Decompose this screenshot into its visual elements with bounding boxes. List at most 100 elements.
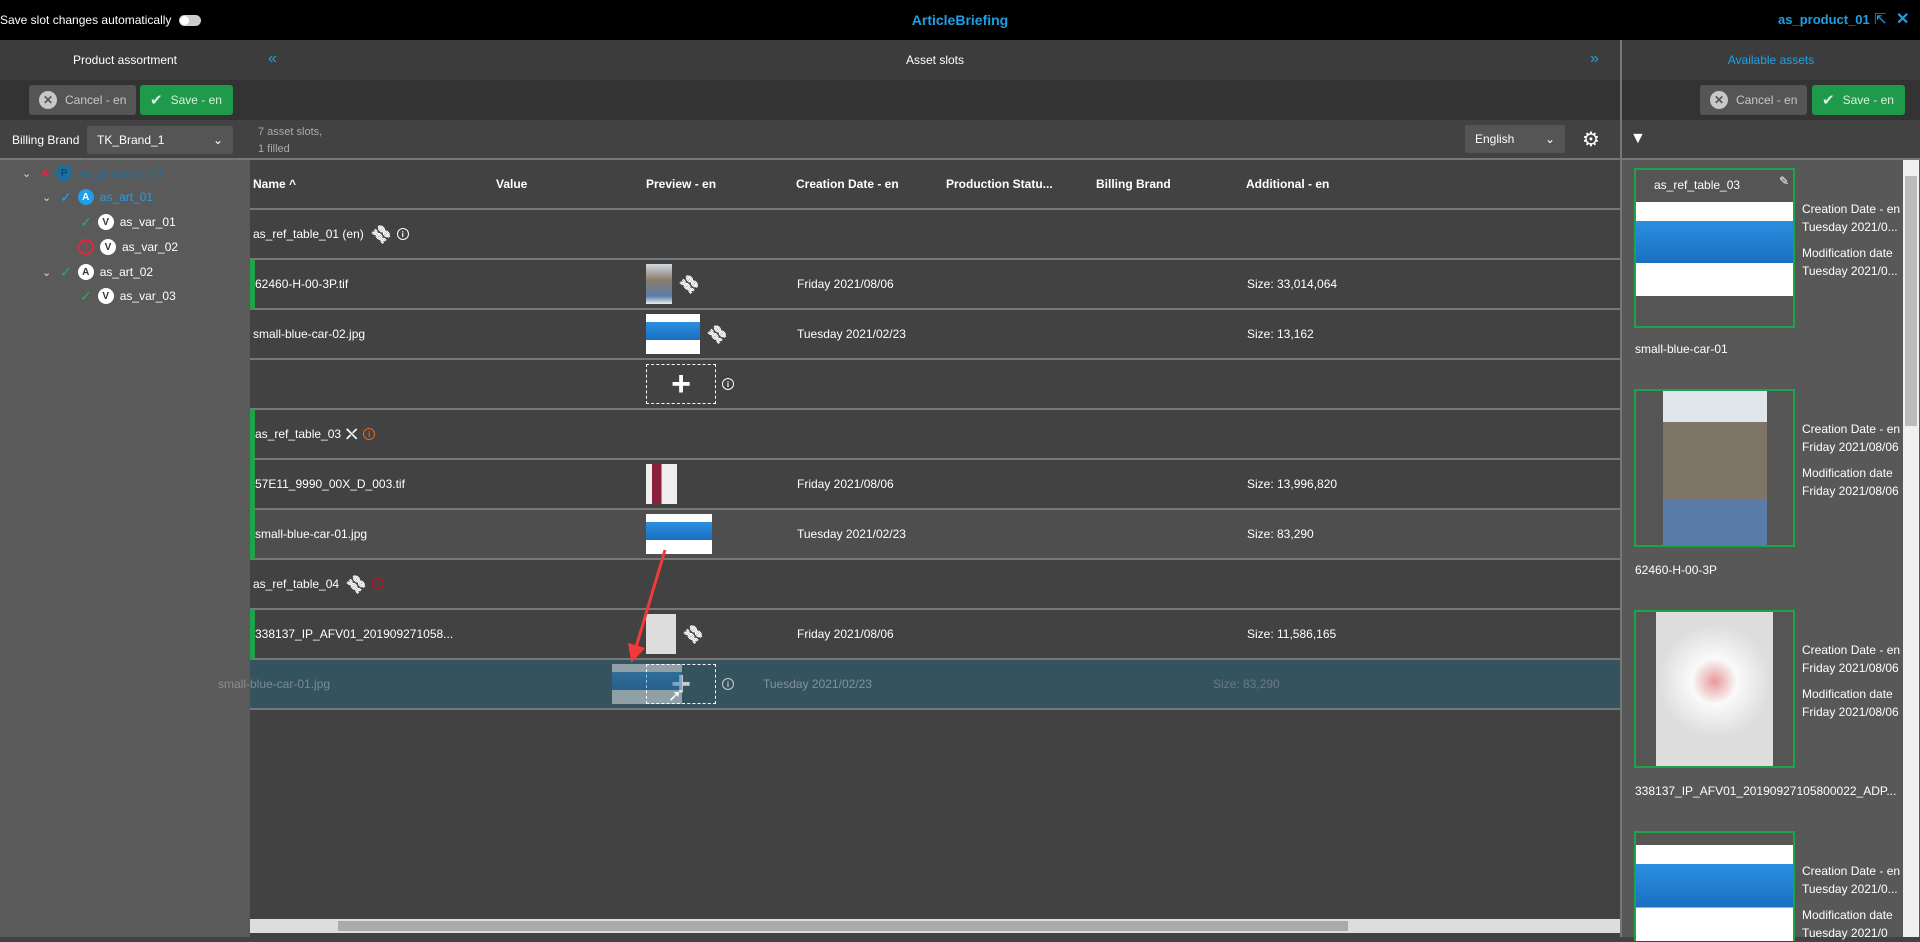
table-row[interactable]: small-blue-car-02.jpg⛓Tuesday 2021/02/23… <box>250 310 1620 360</box>
column-creation-date[interactable]: Creation Date - en <box>796 177 899 191</box>
panel-title: Asset slots <box>250 53 1620 67</box>
gear-icon[interactable]: ⚙ <box>1582 127 1600 152</box>
modification-label: Modification date <box>1802 685 1902 703</box>
tree-item-variant[interactable]: ✓Vas_var_01 <box>80 211 176 233</box>
tree-item-article[interactable]: ⌄✓Aas_art_01 <box>42 186 153 208</box>
tree-item-product[interactable]: ⌄✕Pas_product_01 <box>22 162 164 184</box>
close-icon[interactable]: ✕ <box>1896 9 1909 29</box>
cancel-label: Cancel - en <box>1736 93 1797 107</box>
asset-card[interactable] <box>1634 610 1795 768</box>
tree-item-variant[interactable]: ✓Vas_var_03 <box>80 285 176 307</box>
column-billing-brand[interactable]: Billing Brand <box>1096 177 1171 191</box>
asset-card[interactable] <box>1634 389 1795 547</box>
asset-name: 62460-H-00-3P.tif <box>255 277 348 291</box>
tree-label: as_var_01 <box>120 215 176 229</box>
slot-group-row[interactable]: as_ref_table_01 (en) ⛓i <box>250 210 1620 260</box>
unlink-icon[interactable]: ⛌ <box>346 426 357 443</box>
table-row[interactable]: 62460-H-00-3P.tif⛓Friday 2021/08/06Size:… <box>250 260 1620 310</box>
tree-label: as_var_02 <box>122 240 178 254</box>
preview-thumbnail[interactable] <box>646 514 712 554</box>
autosave-toggle[interactable]: Save slot changes automatically <box>0 13 201 27</box>
slot-count: 7 asset slots, <box>258 124 322 141</box>
asset-name: small-blue-car-01.jpg <box>255 527 367 541</box>
product-link[interactable]: as_product_01 <box>1778 12 1870 27</box>
pencil-icon[interactable]: ✎ <box>1779 174 1789 188</box>
filter-icon[interactable]: ▼ <box>1630 130 1646 148</box>
language-select[interactable]: English⌄ <box>1465 125 1565 153</box>
creation-label: Creation Date - en <box>1802 200 1902 218</box>
table-row[interactable]: 57E11_9990_00X_D_003.tifFriday 2021/08/0… <box>250 460 1620 510</box>
table-row[interactable]: 338137_IP_AFV01_201909271058...⛓Friday 2… <box>250 610 1620 660</box>
link-icon[interactable]: ⛓ <box>344 571 370 597</box>
link-icon[interactable]: ⛓ <box>676 271 702 297</box>
warning-info-icon[interactable]: i <box>363 428 375 440</box>
check-icon: ✓ <box>60 189 72 206</box>
chevron-down-icon[interactable]: ⌄ <box>42 191 54 204</box>
creation-date: Tuesday 2021/02/23 <box>797 510 906 558</box>
cursor-copy-icon: ➚ <box>668 686 681 706</box>
preview-thumbnail[interactable] <box>646 464 677 504</box>
collapse-left-icon[interactable]: « <box>268 50 277 68</box>
chevron-down-icon[interactable]: ⌄ <box>22 167 34 180</box>
asset-meta: Creation Date - enTuesday 2021/0...Modif… <box>1802 200 1902 280</box>
info-icon[interactable]: i <box>722 678 734 690</box>
creation-date: Tuesday 2021/02/23 <box>797 310 906 358</box>
error-info-icon[interactable]: i <box>372 578 384 590</box>
tree-item-article[interactable]: ⌄✓Aas_art_02 <box>42 261 153 283</box>
asset-card[interactable] <box>1634 831 1795 941</box>
save-button[interactable]: ✔Save - en <box>1812 85 1905 115</box>
column-value[interactable]: Value <box>496 177 527 191</box>
scrollbar-thumb[interactable] <box>338 921 1348 931</box>
asset-name: 62460-H-00-3P <box>1635 563 1900 577</box>
add-asset-button[interactable]: + <box>646 364 716 404</box>
slot-group-row[interactable]: as_ref_table_03⛌i <box>250 410 1620 460</box>
slot-name: as_ref_table_01 (en) <box>253 227 364 241</box>
horizontal-scrollbar[interactable] <box>250 919 1620 933</box>
cancel-label: Cancel - en <box>65 93 126 107</box>
drop-target-row[interactable]: +i <box>250 660 1620 710</box>
asset-card[interactable]: as_ref_table_03✎ <box>1634 168 1795 328</box>
billing-brand-value: TK_Brand_1 <box>97 133 164 147</box>
table-row[interactable]: small-blue-car-01.jpg Tuesday 2021/02/23 S… <box>250 510 1620 560</box>
product-assortment-panel: Product assortment ✕Cancel - en ✔Save - … <box>0 40 250 937</box>
app-title: ArticleBriefing <box>0 12 1920 28</box>
creation-date: Friday 2021/08/06 <box>797 460 894 508</box>
modification-value: Friday 2021/08/06 <box>1802 482 1902 500</box>
column-name[interactable]: Name ^ <box>253 177 296 191</box>
asset-slots-header: « Asset slots » <box>250 40 1620 80</box>
left-button-bar: ✕Cancel - en ✔Save - en <box>0 80 250 120</box>
slot-group-row[interactable]: as_ref_table_04⛓i <box>250 560 1620 610</box>
scrollbar-thumb[interactable] <box>1905 176 1917 426</box>
vertical-scrollbar[interactable] <box>1903 160 1919 937</box>
billing-brand-select[interactable]: TK_Brand_1⌄ <box>87 126 233 154</box>
link-icon[interactable]: ⛓ <box>704 321 730 347</box>
column-preview[interactable]: Preview - en <box>646 177 716 191</box>
creation-label: Creation Date - en <box>1802 641 1902 659</box>
column-additional[interactable]: Additional - en <box>1246 177 1329 191</box>
chevron-down-icon[interactable]: ⌄ <box>42 266 54 279</box>
tree-item-variant[interactable]: !Vas_var_02 <box>78 236 178 258</box>
cancel-button[interactable]: ✕Cancel - en <box>1700 85 1807 115</box>
center-toolbar <box>250 80 1620 120</box>
cancel-button[interactable]: ✕Cancel - en <box>29 85 136 115</box>
file-size: Size: 83,290 <box>1247 510 1314 558</box>
collapse-right-icon[interactable]: » <box>1590 50 1599 68</box>
creation-label: Creation Date - en <box>1802 420 1902 438</box>
info-icon[interactable]: i <box>722 378 734 390</box>
link-icon[interactable]: ⛓ <box>368 221 394 247</box>
tree-label: as_art_01 <box>100 190 153 204</box>
preview-thumbnail[interactable] <box>646 614 676 654</box>
column-production-status[interactable]: Production Statu... <box>946 177 1053 191</box>
link-icon[interactable]: ⛓ <box>680 621 706 647</box>
variant-badge-icon: V <box>98 288 114 304</box>
save-button[interactable]: ✔Save - en <box>140 85 233 115</box>
open-external-icon[interactable]: ⇱ <box>1874 10 1887 28</box>
preview-thumbnail[interactable] <box>646 314 700 354</box>
empty-slot-row[interactable]: +i <box>250 360 1620 410</box>
file-size: Size: 33,014,064 <box>1247 260 1337 308</box>
preview-thumbnail[interactable] <box>646 264 672 304</box>
asset-meta: Creation Date - enTuesday 2021/0...Modif… <box>1802 862 1902 942</box>
info-icon[interactable]: i <box>397 228 409 240</box>
toggle-switch[interactable] <box>179 15 201 26</box>
variant-badge-icon: V <box>98 214 114 230</box>
